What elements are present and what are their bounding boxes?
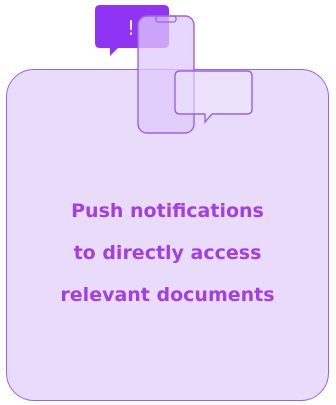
alert-glyph: ! [127, 16, 135, 40]
feature-line-3: relevant documents [60, 284, 275, 306]
feature-description: Push notifications to directly access re… [6, 190, 329, 316]
notification-illustration: ! [95, 5, 253, 134]
feature-tile: ! Push notifications to directly access … [0, 0, 336, 405]
chat-bubble-icon [174, 70, 253, 124]
feature-line-2: to directly access [73, 242, 262, 264]
feature-line-1: Push notifications [71, 200, 264, 222]
